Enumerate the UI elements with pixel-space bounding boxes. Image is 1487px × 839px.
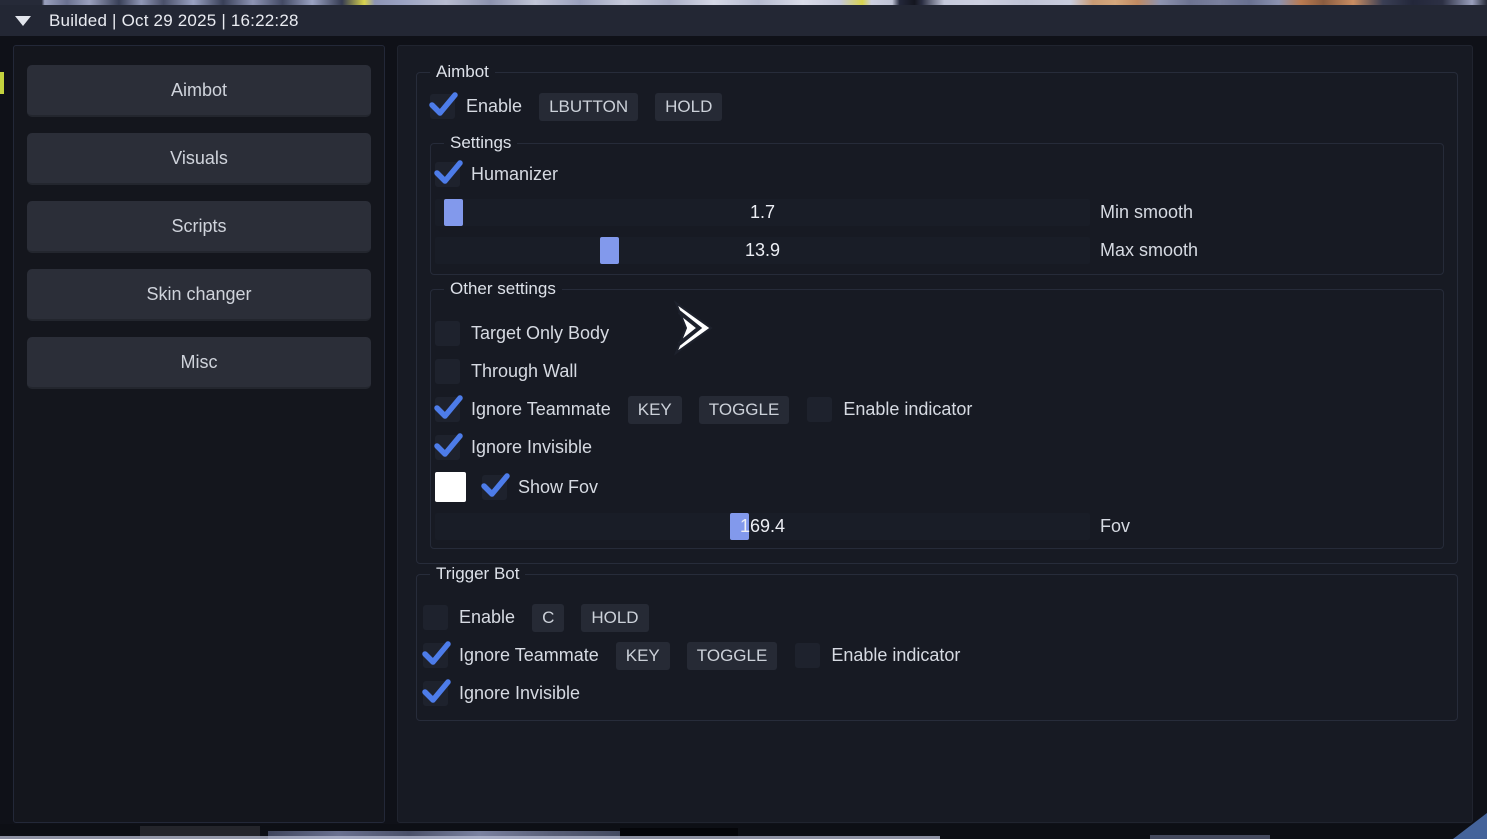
other-settings-legend: Other settings [444, 279, 562, 299]
target-only-body-label: Target Only Body [471, 323, 609, 344]
titlebar: Builded | Oct 29 2025 | 16:22:28 [0, 5, 1487, 36]
max-smooth-slider-row: 13.9 Max smooth [435, 237, 1437, 264]
sidebar-item-aimbot[interactable]: Aimbot [27, 65, 371, 117]
checkmark-icon [433, 158, 464, 187]
aimbot-ignore-teammate-label: Ignore Teammate [471, 399, 611, 420]
trigger-ignore-teammate-keymode-button[interactable]: TOGGLE [687, 642, 778, 670]
settings-subgroup: Settings Humanizer 1.7 Min smooth 13.9 [430, 143, 1444, 275]
aimbot-ignore-teammate-keymode-button[interactable]: TOGGLE [699, 396, 790, 424]
other-settings-subgroup: Other settings Target Only Body Through … [430, 289, 1444, 549]
checkmark-icon [433, 393, 464, 422]
aimbot-enable-label: Enable [466, 96, 522, 117]
min-smooth-slider-row: 1.7 Min smooth [435, 199, 1437, 226]
aimbot-ignore-teammate-keybind-button[interactable]: KEY [628, 396, 682, 424]
humanizer-checkbox[interactable] [435, 162, 460, 187]
checkmark-icon [480, 471, 511, 500]
target-only-body-row: Target Only Body [435, 320, 1437, 347]
trigger-enable-label: Enable [459, 607, 515, 628]
main-panel: Aimbot Enable LBUTTON HOLD Settings Huma… [397, 45, 1473, 823]
trigger-enable-indicator-checkbox[interactable] [795, 643, 820, 668]
min-smooth-slider-handle[interactable] [444, 199, 463, 226]
aimbot-keybind-button[interactable]: LBUTTON [539, 93, 638, 121]
aimbot-enable-indicator-label: Enable indicator [843, 399, 972, 420]
checkmark-icon [421, 677, 452, 706]
aimbot-enable-checkbox[interactable] [430, 94, 455, 119]
window-title: Builded | Oct 29 2025 | 16:22:28 [49, 11, 299, 31]
show-fov-checkbox[interactable] [482, 475, 507, 500]
fov-value: 169.4 [435, 513, 1090, 540]
trigger-ignore-invisible-row: Ignore Invisible [423, 680, 1444, 707]
fov-slider-row: 169.4 Fov [435, 513, 1437, 540]
trigger-enable-indicator-label: Enable indicator [831, 645, 960, 666]
trigger-ignore-teammate-checkbox[interactable] [423, 643, 448, 668]
show-fov-label: Show Fov [518, 477, 598, 498]
aimbot-group-legend: Aimbot [430, 62, 495, 82]
checkmark-icon [433, 431, 464, 460]
aimbot-keymode-button[interactable]: HOLD [655, 93, 722, 121]
trigger-bot-group: Trigger Bot Enable C HOLD Ignore Teammat… [416, 574, 1458, 721]
target-only-body-checkbox[interactable] [435, 321, 460, 346]
min-smooth-value: 1.7 [435, 199, 1090, 226]
through-wall-row: Through Wall [435, 358, 1437, 385]
aimbot-group: Aimbot Enable LBUTTON HOLD Settings Huma… [416, 72, 1458, 564]
sidebar: Aimbot Visuals Scripts Skin changer Misc [13, 45, 385, 823]
trigger-keymode-button[interactable]: HOLD [581, 604, 648, 632]
min-smooth-slider[interactable]: 1.7 [435, 199, 1090, 226]
checkmark-icon [428, 90, 459, 119]
fov-label: Fov [1100, 516, 1130, 537]
trigger-bot-legend: Trigger Bot [430, 564, 525, 584]
sidebar-item-skin-changer[interactable]: Skin changer [27, 269, 371, 321]
fov-color-swatch[interactable] [435, 472, 466, 502]
fov-slider[interactable]: 169.4 [435, 513, 1090, 540]
game-background-fragment [0, 72, 4, 94]
aimbot-ignore-teammate-checkbox[interactable] [435, 397, 460, 422]
trigger-keybind-button[interactable]: C [532, 604, 564, 632]
trigger-enable-row: Enable C HOLD [423, 604, 1444, 631]
fov-slider-handle[interactable] [730, 513, 749, 540]
aimbot-enable-row: Enable LBUTTON HOLD [430, 93, 1444, 120]
max-smooth-label: Max smooth [1100, 240, 1198, 261]
aimbot-ignore-teammate-row: Ignore Teammate KEY TOGGLE Enable indica… [435, 396, 1437, 423]
checkmark-icon [421, 639, 452, 668]
min-smooth-label: Min smooth [1100, 202, 1193, 223]
aimbot-ignore-invisible-checkbox[interactable] [435, 435, 460, 460]
trigger-ignore-teammate-label: Ignore Teammate [459, 645, 599, 666]
humanizer-label: Humanizer [471, 164, 558, 185]
max-smooth-slider[interactable]: 13.9 [435, 237, 1090, 264]
sidebar-item-visuals[interactable]: Visuals [27, 133, 371, 185]
aimbot-ignore-invisible-label: Ignore Invisible [471, 437, 592, 458]
trigger-ignore-teammate-row: Ignore Teammate KEY TOGGLE Enable indica… [423, 642, 1444, 669]
through-wall-checkbox[interactable] [435, 359, 460, 384]
humanizer-row: Humanizer [435, 161, 1437, 188]
trigger-ignore-invisible-checkbox[interactable] [423, 681, 448, 706]
aimbot-ignore-invisible-row: Ignore Invisible [435, 434, 1437, 461]
max-smooth-value: 13.9 [435, 237, 1090, 264]
sidebar-item-misc[interactable]: Misc [27, 337, 371, 389]
game-background-fragment [1150, 835, 1270, 839]
collapse-triangle-icon[interactable] [15, 16, 31, 26]
max-smooth-slider-handle[interactable] [600, 237, 619, 264]
through-wall-label: Through Wall [471, 361, 577, 382]
settings-subgroup-legend: Settings [444, 133, 517, 153]
trigger-ignore-invisible-label: Ignore Invisible [459, 683, 580, 704]
trigger-enable-checkbox[interactable] [423, 605, 448, 630]
show-fov-row: Show Fov [435, 472, 1437, 502]
aimbot-enable-indicator-checkbox[interactable] [807, 397, 832, 422]
sidebar-item-scripts[interactable]: Scripts [27, 201, 371, 253]
trigger-ignore-teammate-keybind-button[interactable]: KEY [616, 642, 670, 670]
